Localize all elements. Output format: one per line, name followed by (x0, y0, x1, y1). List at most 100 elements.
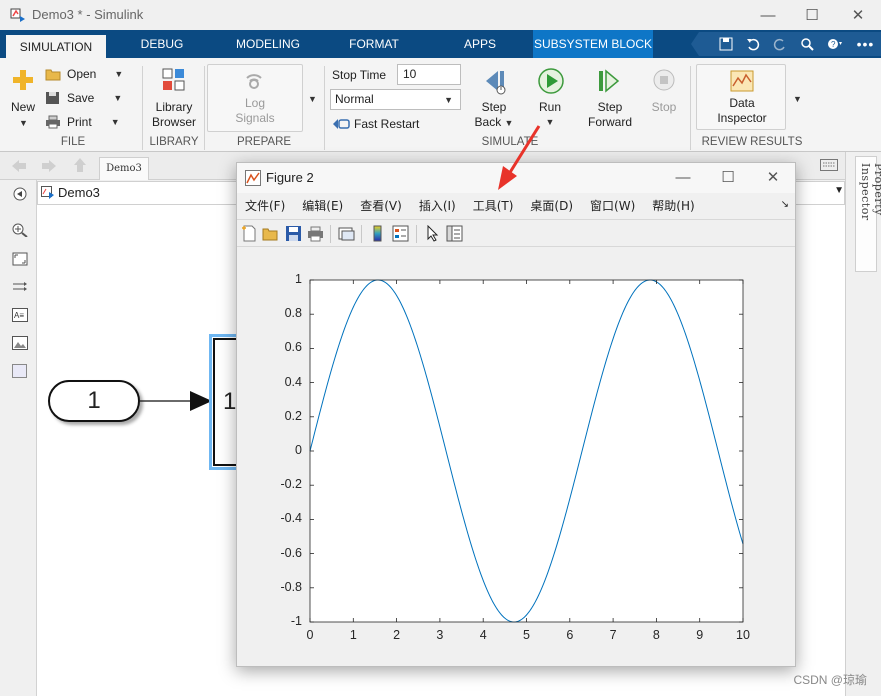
review-dropdown-icon[interactable]: ▼ (793, 94, 802, 104)
redo-icon[interactable] (773, 37, 787, 51)
zoom-in-icon[interactable] (12, 223, 28, 237)
step-forward-icon[interactable] (596, 68, 622, 94)
property-editor-icon[interactable] (446, 225, 463, 242)
group-label-prepare: PREPARE (236, 136, 292, 148)
x-tick-label: 2 (393, 628, 401, 642)
new-figure-icon[interactable] (241, 225, 258, 242)
close-button[interactable]: ✕ (838, 4, 878, 26)
print-dropdown-icon[interactable]: ▼ (111, 117, 120, 127)
data-inspector-button[interactable]: Data Inspector (708, 96, 776, 126)
log-signals-button[interactable]: Log Signals (226, 96, 284, 126)
tab-format[interactable]: FORMAT (340, 30, 408, 58)
new-icon[interactable] (11, 68, 35, 92)
dock-arrow-icon[interactable]: ↘ (781, 199, 789, 210)
sine-plot[interactable] (237, 248, 795, 666)
menu-window[interactable]: 窗口(W) (590, 197, 635, 214)
tab-modeling[interactable]: MODELING (226, 30, 310, 58)
svg-text:?: ? (831, 40, 836, 49)
area-icon[interactable] (12, 364, 28, 378)
tab-apps[interactable]: APPS (452, 30, 508, 58)
minimize-button[interactable]: — (748, 4, 788, 26)
keyboard-icon[interactable] (820, 159, 838, 171)
constant-block[interactable]: 1 (48, 380, 140, 422)
simulation-mode-select[interactable]: Normal ▼ (330, 89, 461, 110)
property-inspector-tab[interactable]: Property Inspector (855, 156, 881, 272)
hide-browser-icon[interactable] (12, 187, 28, 201)
tab-simulation[interactable]: SIMULATION (6, 32, 106, 58)
floppy-icon (46, 92, 59, 104)
figure-window: Figure 2 — ☐ ✕ 文件(F) 编辑(E) 查看(V) 插入(I) 工… (236, 162, 796, 667)
tab-demo3[interactable]: Demo3 (99, 157, 149, 180)
colorbar-icon[interactable] (369, 225, 386, 242)
prepare-dropdown-icon[interactable]: ▼ (308, 94, 317, 104)
y-tick-label: 0.2 (284, 408, 302, 423)
save-button[interactable]: Save ▼ (45, 88, 122, 108)
undo-icon[interactable] (746, 37, 760, 51)
mode-dropdown-icon[interactable]: ▼ (444, 91, 453, 110)
annotation-arrow (498, 125, 541, 190)
printer-icon (46, 115, 60, 129)
stop-time-input[interactable]: 10 (397, 64, 461, 85)
legend-icon[interactable] (392, 225, 409, 242)
group-separator (690, 66, 691, 150)
breadcrumb-dropdown-icon[interactable]: ▼ (834, 185, 844, 196)
run-icon[interactable] (537, 67, 565, 95)
quick-access-toolbar: ? ••• (685, 30, 881, 58)
stop-button[interactable]: Stop (646, 100, 682, 115)
image-icon[interactable] (12, 336, 28, 350)
link-plot-icon[interactable] (338, 225, 355, 242)
figure-minimize-button[interactable]: — (663, 166, 703, 188)
x-tick-label: 3 (436, 628, 444, 642)
figure-close-button[interactable]: ✕ (753, 166, 793, 188)
fast-restart-button[interactable]: Fast Restart (332, 114, 419, 134)
group-label-library: LIBRARY (149, 136, 199, 148)
open-dropdown-icon[interactable]: ▼ (114, 69, 123, 79)
menu-edit[interactable]: 编辑(E) (302, 197, 343, 214)
tab-subsystem-block[interactable]: SUBSYSTEM BLOCK (533, 30, 653, 58)
save-dropdown-icon[interactable]: ▼ (113, 93, 122, 103)
menu-insert[interactable]: 插入(I) (419, 197, 456, 214)
x-tick-label: 8 (652, 628, 660, 642)
menu-view[interactable]: 查看(V) (360, 197, 402, 214)
forward-arrow-icon[interactable] (40, 158, 58, 174)
save-icon[interactable] (719, 37, 733, 51)
menu-help[interactable]: 帮助(H) (652, 197, 694, 214)
signal-routing-icon[interactable] (12, 280, 28, 294)
log-signals-icon (246, 74, 262, 89)
fit-to-view-icon[interactable] (12, 252, 28, 266)
tab-debug[interactable]: DEBUG (128, 30, 196, 58)
stop-icon[interactable] (652, 68, 676, 92)
back-arrow-icon[interactable] (10, 158, 28, 174)
save-figure-icon[interactable] (285, 225, 302, 242)
open-file-icon[interactable] (262, 225, 279, 242)
new-dropdown-icon[interactable]: ▼ (19, 118, 28, 128)
annotation-icon[interactable]: A≡ (12, 308, 28, 322)
print-figure-icon[interactable] (307, 225, 324, 242)
figure-maximize-button[interactable]: ☐ (708, 166, 748, 188)
print-button[interactable]: Print ▼ (45, 112, 120, 132)
up-arrow-icon[interactable] (72, 156, 88, 174)
menu-tools[interactable]: 工具(T) (473, 197, 514, 214)
step-back-icon[interactable] (482, 68, 508, 96)
data-inspector-icon[interactable] (730, 70, 754, 92)
new-button[interactable]: New (8, 100, 38, 115)
toolbar-separator (361, 225, 362, 243)
open-button[interactable]: Open ▼ (45, 64, 123, 84)
y-tick-label: 0.4 (284, 374, 302, 389)
search-icon[interactable] (800, 37, 814, 51)
more-icon[interactable]: ••• (857, 36, 875, 52)
group-separator (204, 66, 205, 150)
step-forward-button[interactable]: Step Forward (585, 100, 635, 130)
signal-line[interactable] (138, 390, 214, 412)
help-icon[interactable]: ? (827, 37, 843, 51)
edit-plot-pointer-icon[interactable] (424, 225, 441, 242)
figure-menu-bar: 文件(F) 编辑(E) 查看(V) 插入(I) 工具(T) 桌面(D) 窗口(W… (237, 193, 795, 217)
maximize-button[interactable]: ☐ (792, 4, 832, 26)
matlab-figure-icon (245, 170, 261, 186)
toolbar-separator (330, 225, 331, 243)
library-browser-icon[interactable] (162, 68, 186, 92)
x-tick-label: 10 (736, 628, 750, 642)
menu-file[interactable]: 文件(F) (245, 197, 285, 214)
menu-desktop[interactable]: 桌面(D) (530, 197, 573, 214)
library-browser-button[interactable]: Library Browser (148, 100, 200, 130)
